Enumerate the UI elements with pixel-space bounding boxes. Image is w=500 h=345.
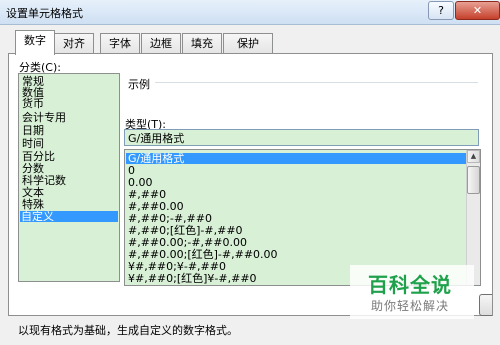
format-item[interactable]: #,##0;-#,##0 (128, 213, 212, 224)
category-item[interactable]: 分数 (21, 163, 45, 174)
tab-number[interactable]: 数字 (15, 30, 55, 55)
help-button[interactable]: ? (428, 1, 454, 20)
category-item[interactable]: 科学记数 (21, 175, 67, 186)
format-item[interactable]: ¥#,##0;[红色]¥-#,##0 (128, 273, 257, 284)
tab-protection[interactable]: 保护 (223, 33, 273, 54)
window-title: 设置单元格格式 (6, 7, 83, 20)
category-item[interactable]: 百分比 (21, 151, 56, 162)
format-item[interactable]: ¥#,##0;¥-#,##0 (128, 261, 226, 272)
watermark: 百科全说 助你轻松解决 (350, 265, 474, 319)
delete-button[interactable] (479, 294, 492, 316)
format-description: 以现有格式为基础，生成自定义的数字格式。 (18, 324, 238, 337)
category-item[interactable]: 日期 (21, 125, 45, 136)
scroll-thumb[interactable] (467, 166, 480, 194)
format-item[interactable]: #,##0.00;[红色]-#,##0.00 (128, 249, 278, 260)
format-item[interactable]: #,##0;[红色]-#,##0 (128, 225, 243, 236)
scroll-up-icon[interactable]: ▲ (467, 150, 480, 163)
title-bar: 设置单元格格式 ? ✕ (0, 0, 500, 25)
sample-divider (155, 82, 478, 83)
format-item-selected[interactable]: G/通用格式 (126, 153, 466, 164)
category-item[interactable]: 特殊 (21, 199, 45, 210)
watermark-logo: 百科全说 (368, 273, 452, 297)
format-item[interactable]: #,##0.00;-#,##0.00 (128, 237, 247, 248)
category-item[interactable]: 文本 (21, 187, 45, 198)
category-item[interactable]: 时间 (21, 138, 45, 149)
format-item[interactable]: #,##0 (128, 189, 166, 200)
category-item[interactable]: 货币 (21, 98, 45, 109)
sample-label: 示例 (128, 78, 150, 91)
format-item[interactable]: 0 (128, 165, 135, 176)
format-item[interactable]: #,##0.00 (128, 201, 184, 212)
tab-alignment[interactable]: 对齐 (54, 33, 94, 54)
format-item[interactable]: 0.00 (128, 177, 153, 188)
type-input[interactable]: G/通用格式 (124, 129, 479, 146)
category-list[interactable]: 常规 数值 货币 会计专用 日期 时间 百分比 分数 科学记数 文本 特殊 自定… (18, 73, 120, 282)
watermark-subtitle: 助你轻松解决 (370, 299, 449, 313)
category-item-selected[interactable]: 自定义 (20, 211, 118, 222)
tab-border[interactable]: 边框 (141, 33, 181, 54)
category-item[interactable]: 会计专用 (21, 112, 67, 123)
tab-font[interactable]: 字体 (100, 33, 140, 54)
close-button[interactable]: ✕ (455, 1, 500, 20)
tab-fill[interactable]: 填充 (182, 33, 222, 54)
